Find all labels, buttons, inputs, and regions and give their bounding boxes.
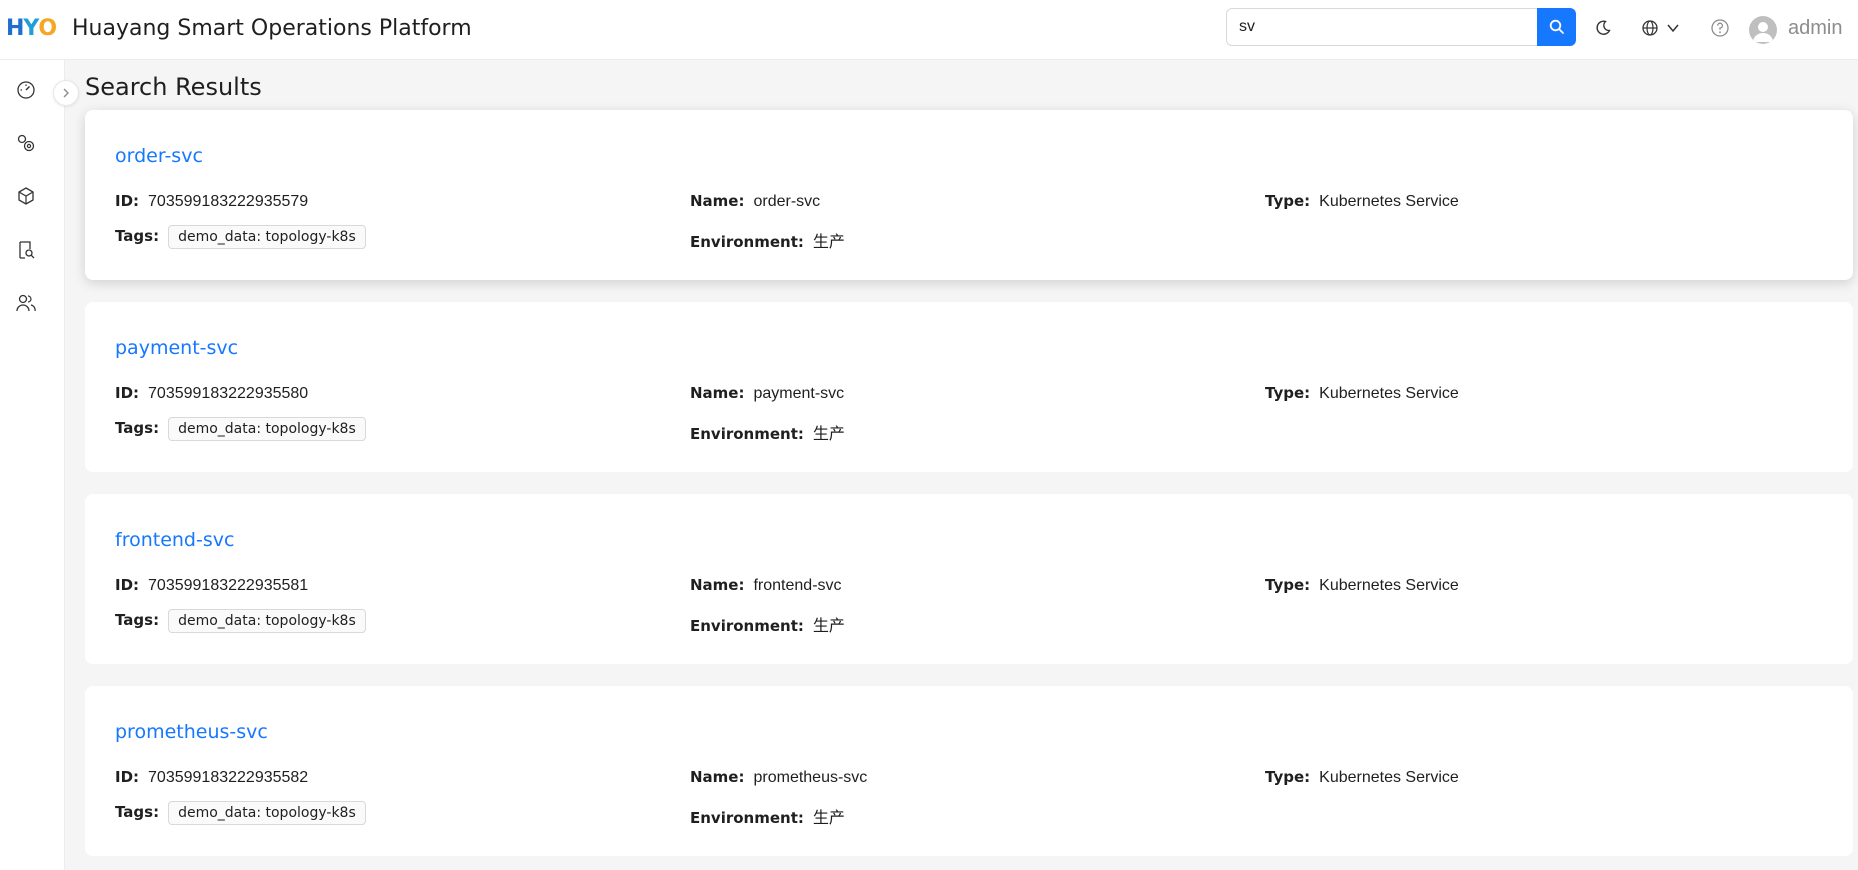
globe-icon xyxy=(1642,20,1658,36)
settings-gears-icon[interactable] xyxy=(14,131,38,155)
name-field: Name: frontend-svc xyxy=(690,576,842,594)
help-icon[interactable] xyxy=(1708,16,1732,40)
environment-field: Environment: 生产 xyxy=(690,617,845,635)
environment-field: Environment: 生产 xyxy=(690,233,845,251)
id-field: ID: 703599183222935581 xyxy=(115,576,309,594)
result-title-link[interactable]: frontend-svc xyxy=(115,529,234,551)
tags-field: Tags: demo_data: topology-k8s xyxy=(115,801,366,825)
theme-toggle-moon-icon[interactable] xyxy=(1591,16,1615,40)
environment-field: Environment: 生产 xyxy=(690,425,845,443)
tags-field: Tags: demo_data: topology-k8s xyxy=(115,609,366,633)
result-title-link[interactable]: payment-svc xyxy=(115,337,238,359)
users-icon[interactable] xyxy=(14,291,38,315)
type-field: Type: Kubernetes Service xyxy=(1265,192,1459,210)
tag-badge: demo_data: topology-k8s xyxy=(168,225,366,249)
user-avatar-icon xyxy=(1753,22,1773,42)
name-field: Name: prometheus-svc xyxy=(690,768,868,786)
document-search-icon[interactable] xyxy=(14,238,38,262)
result-card[interactable]: order-svc ID: 703599183222935579 Name: ord… xyxy=(85,110,1853,280)
language-selector[interactable] xyxy=(1636,16,1686,40)
cube-icon[interactable] xyxy=(14,184,38,208)
page-title: Search Results xyxy=(85,73,262,101)
chevron-right-icon xyxy=(63,88,69,98)
environment-field: Environment: 生产 xyxy=(690,809,845,827)
sidebar-expand-button[interactable] xyxy=(53,80,79,106)
search-icon xyxy=(1549,19,1564,34)
name-field: Name: payment-svc xyxy=(690,384,845,402)
tag-badge: demo_data: topology-k8s xyxy=(168,417,366,441)
tag-badge: demo_data: topology-k8s xyxy=(168,609,366,633)
chevron-down-icon xyxy=(1667,24,1679,33)
sidebar xyxy=(0,60,65,870)
type-field: Type: Kubernetes Service xyxy=(1265,768,1459,786)
tags-field: Tags: demo_data: topology-k8s xyxy=(115,225,366,249)
app-title: Huayang Smart Operations Platform xyxy=(72,16,472,41)
top-header: HYO Huayang Smart Operations Platform sv… xyxy=(0,0,1858,60)
id-field: ID: 703599183222935579 xyxy=(115,192,309,210)
tag-badge: demo_data: topology-k8s xyxy=(168,801,366,825)
result-card[interactable]: frontend-svc ID: 703599183222935581 Name:… xyxy=(85,494,1853,664)
type-field: Type: Kubernetes Service xyxy=(1265,576,1459,594)
name-field: Name: order-svc xyxy=(690,192,821,210)
tags-field: Tags: demo_data: topology-k8s xyxy=(115,417,366,441)
result-title-link[interactable]: prometheus-svc xyxy=(115,721,268,743)
result-card[interactable]: prometheus-svc ID: 703599183222935582 Nam… xyxy=(85,686,1853,856)
type-field: Type: Kubernetes Service xyxy=(1265,384,1459,402)
user-name[interactable]: admin xyxy=(1788,17,1842,40)
result-card[interactable]: payment-svc ID: 703599183222935580 Name: p… xyxy=(85,302,1853,472)
dashboard-icon[interactable] xyxy=(14,78,38,102)
id-field: ID: 703599183222935580 xyxy=(115,384,309,402)
search-input[interactable] xyxy=(1226,8,1538,46)
id-field: ID: 703599183222935582 xyxy=(115,768,309,786)
logo[interactable]: HYO xyxy=(6,16,57,41)
avatar[interactable] xyxy=(1749,16,1777,44)
search-button[interactable] xyxy=(1537,8,1576,46)
result-title-link[interactable]: order-svc xyxy=(115,145,203,167)
